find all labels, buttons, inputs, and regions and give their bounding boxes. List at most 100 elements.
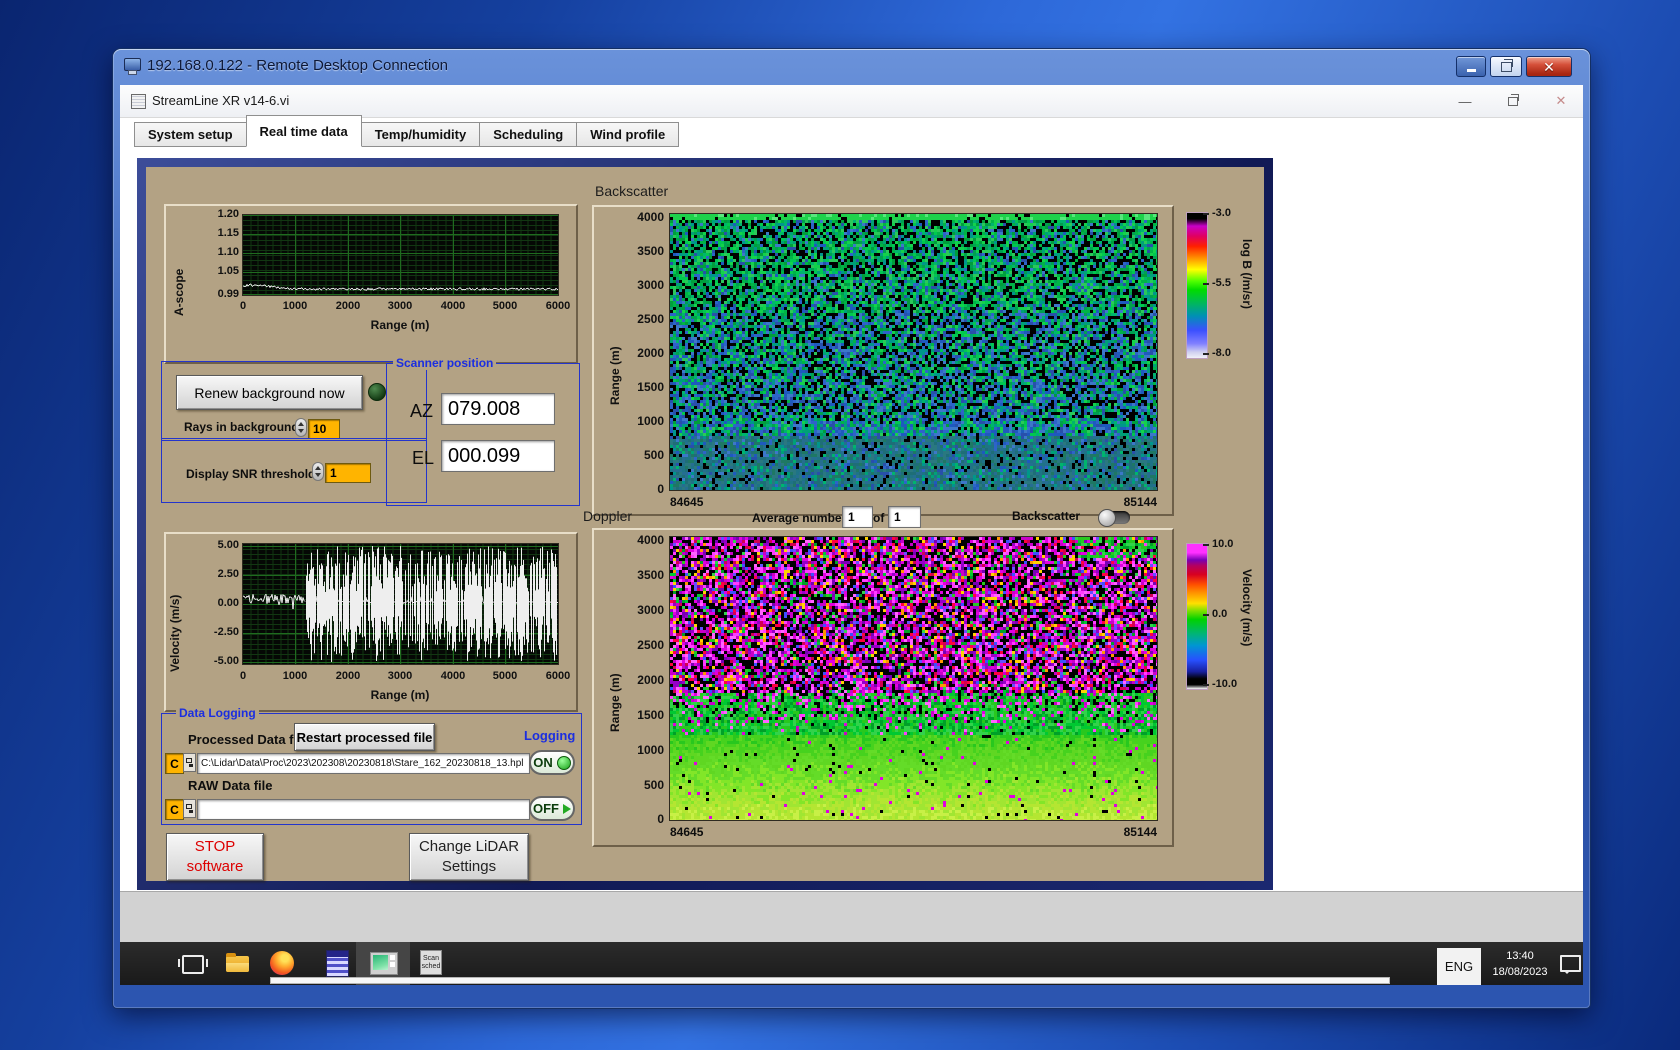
average-number-label: Average number: [752, 511, 847, 525]
velocity-xtick: 5000: [492, 670, 518, 682]
doppler-ytick: 3500: [637, 568, 664, 582]
file-explorer-icon[interactable]: [226, 953, 249, 972]
el-label: EL: [412, 448, 435, 468]
velocity-xtick: 3000: [387, 670, 413, 682]
raw-drive-selector[interactable]: C: [165, 799, 184, 820]
raw-data-file-label: RAW Data file: [188, 778, 273, 793]
change-lidar-settings-button[interactable]: Change LiDAR Settings: [409, 833, 529, 881]
ascope-ytick: 1.05: [217, 265, 239, 277]
remote-desktop: StreamLine XR v14-6.vi — ✕ System setup …: [120, 85, 1583, 985]
action-center-icon[interactable]: [1560, 955, 1581, 974]
tab-wind-profile[interactable]: Wind profile: [577, 122, 680, 147]
tab-temp-humidity[interactable]: Temp/humidity: [361, 122, 481, 147]
stop-line2: software: [186, 858, 244, 875]
tab-strip: System setup Real time data Temp/humidit…: [134, 115, 680, 147]
doppler-colorbar-label: Velocity (m/s): [1240, 569, 1254, 647]
doppler-x-end: 85144: [1123, 825, 1157, 839]
backscatter-y-axis-label: Range (m): [608, 346, 622, 405]
scanner-position-group: Scanner position AZ 079.008 EL 000.099: [386, 356, 580, 506]
doppler-graph: Range (m) 4000 3500 3000 2500 2000 1500 …: [592, 528, 1174, 847]
backscatter-ytick: 2000: [637, 346, 664, 360]
velocity-plot-area: [242, 543, 559, 665]
tab-real-time-data[interactable]: Real time data: [245, 115, 362, 147]
velocity-x-axis-label: Range (m): [370, 688, 430, 702]
average-total-field[interactable]: 1: [888, 506, 921, 528]
backscatter-toggle-label: Backscatter: [1012, 509, 1081, 523]
processed-drive-selector[interactable]: C: [165, 753, 184, 774]
maximize-button[interactable]: [1490, 56, 1522, 77]
rays-value-field[interactable]: 10: [308, 419, 340, 439]
doppler-ytick: 1500: [637, 708, 664, 722]
doppler-title: Doppler: [583, 508, 633, 524]
restart-processed-file-button[interactable]: Restart processed file: [294, 723, 435, 751]
rays-spinner[interactable]: [295, 418, 307, 437]
minimize-button[interactable]: [1456, 56, 1486, 77]
data-logging-title: Data Logging: [176, 706, 259, 720]
backscatter-ytick: 3500: [637, 244, 664, 258]
backscatter-toggle[interactable]: [1098, 509, 1130, 527]
app-minimize-button[interactable]: —: [1450, 91, 1480, 111]
streamline-window-icon: [370, 952, 398, 975]
processed-data-file-label: Processed Data file: [188, 732, 308, 747]
velocity-ytick: -5.00: [213, 655, 239, 667]
velocity-ytick: 5.00: [217, 539, 239, 551]
velocity-xtick: 4000: [440, 670, 466, 682]
stop-software-button[interactable]: STOP software: [166, 833, 264, 881]
backscatter-ytick: 1500: [637, 380, 664, 394]
az-value-field[interactable]: 079.008: [441, 393, 555, 425]
processed-browse-icon[interactable]: [183, 753, 196, 772]
rdp-window-icon: [124, 58, 141, 75]
app-restore-button[interactable]: [1498, 91, 1528, 111]
snr-spinner[interactable]: [312, 462, 324, 481]
restore-icon: [1508, 93, 1519, 106]
app-close-button[interactable]: ✕: [1546, 91, 1576, 111]
app-titlebar: StreamLine XR v14-6.vi — ✕: [120, 85, 1583, 118]
stop-line1: STOP: [194, 838, 236, 855]
scan-icon-text1: Scan: [423, 955, 439, 962]
ascope-graph: A-scope 1.20 1.15 1.10 1.05 0.99 0 1000 …: [164, 204, 578, 364]
renew-background-button[interactable]: Renew background now: [176, 375, 363, 410]
doppler-x-start: 84645: [670, 825, 704, 839]
tab-system-setup[interactable]: System setup: [134, 122, 247, 147]
toggle-knob: [1098, 509, 1116, 527]
change-line2: Settings: [441, 858, 497, 875]
doppler-colorbar-tick: 10.0: [1202, 538, 1234, 550]
doppler-ytick: 0: [657, 812, 664, 826]
off-arrow-icon: [563, 803, 571, 814]
snr-value-field[interactable]: 1: [325, 463, 371, 483]
taskbar-clock[interactable]: 13:40 18/08/2023: [1483, 948, 1557, 980]
vi-file-icon: [131, 94, 146, 109]
backscatter-colorbar-tick: -5.5: [1203, 277, 1231, 289]
display-snr-threshold-label: Display SNR threshold: [186, 467, 316, 481]
raw-browse-icon[interactable]: [183, 799, 196, 818]
firefox-icon[interactable]: [270, 951, 294, 975]
scanner-position-title: Scanner position: [393, 356, 497, 370]
ascope-ytick: 1.15: [217, 227, 239, 239]
rdp-window-title: 192.168.0.122 - Remote Desktop Connectio…: [147, 57, 449, 74]
desktop: 192.168.0.122 - Remote Desktop Connectio…: [0, 0, 1680, 1050]
average-number-field[interactable]: 1: [842, 506, 873, 528]
backscatter-colorbar-tick: -3.0: [1203, 207, 1231, 219]
panel-surface: A-scope 1.20 1.15 1.10 1.05 0.99 0 1000 …: [146, 167, 1264, 881]
ascope-xtick: 2000: [335, 300, 361, 312]
ascope-y-axis-label: A-scope: [172, 268, 186, 316]
doppler-colorbar-tick: 0.0: [1202, 608, 1228, 620]
raw-path-field[interactable]: [197, 799, 530, 820]
logging-on-button[interactable]: ON: [529, 750, 575, 775]
labview-app-icon[interactable]: [326, 950, 349, 977]
logging-off-button[interactable]: OFF: [529, 796, 575, 821]
language-indicator[interactable]: ENG: [1437, 948, 1481, 985]
az-label: AZ: [410, 401, 434, 421]
ascope-xtick: 3000: [387, 300, 413, 312]
horizontal-scrollbar[interactable]: [270, 977, 1390, 984]
scan-scheduler-icon[interactable]: Scan sched: [420, 950, 442, 975]
on-label: ON: [533, 755, 553, 770]
doppler-colorbar-tick: -10.0: [1202, 678, 1238, 690]
el-value-field[interactable]: 000.099: [441, 440, 555, 472]
tab-scheduling[interactable]: Scheduling: [480, 122, 578, 147]
ascope-ytick: 0.99: [217, 288, 239, 300]
close-icon: ✕: [1543, 58, 1555, 75]
task-view-icon[interactable]: [178, 955, 208, 974]
close-button[interactable]: ✕: [1526, 56, 1572, 77]
processed-path-field[interactable]: C:\Lidar\Data\Proc\2023\202308\20230818\…: [197, 753, 530, 774]
